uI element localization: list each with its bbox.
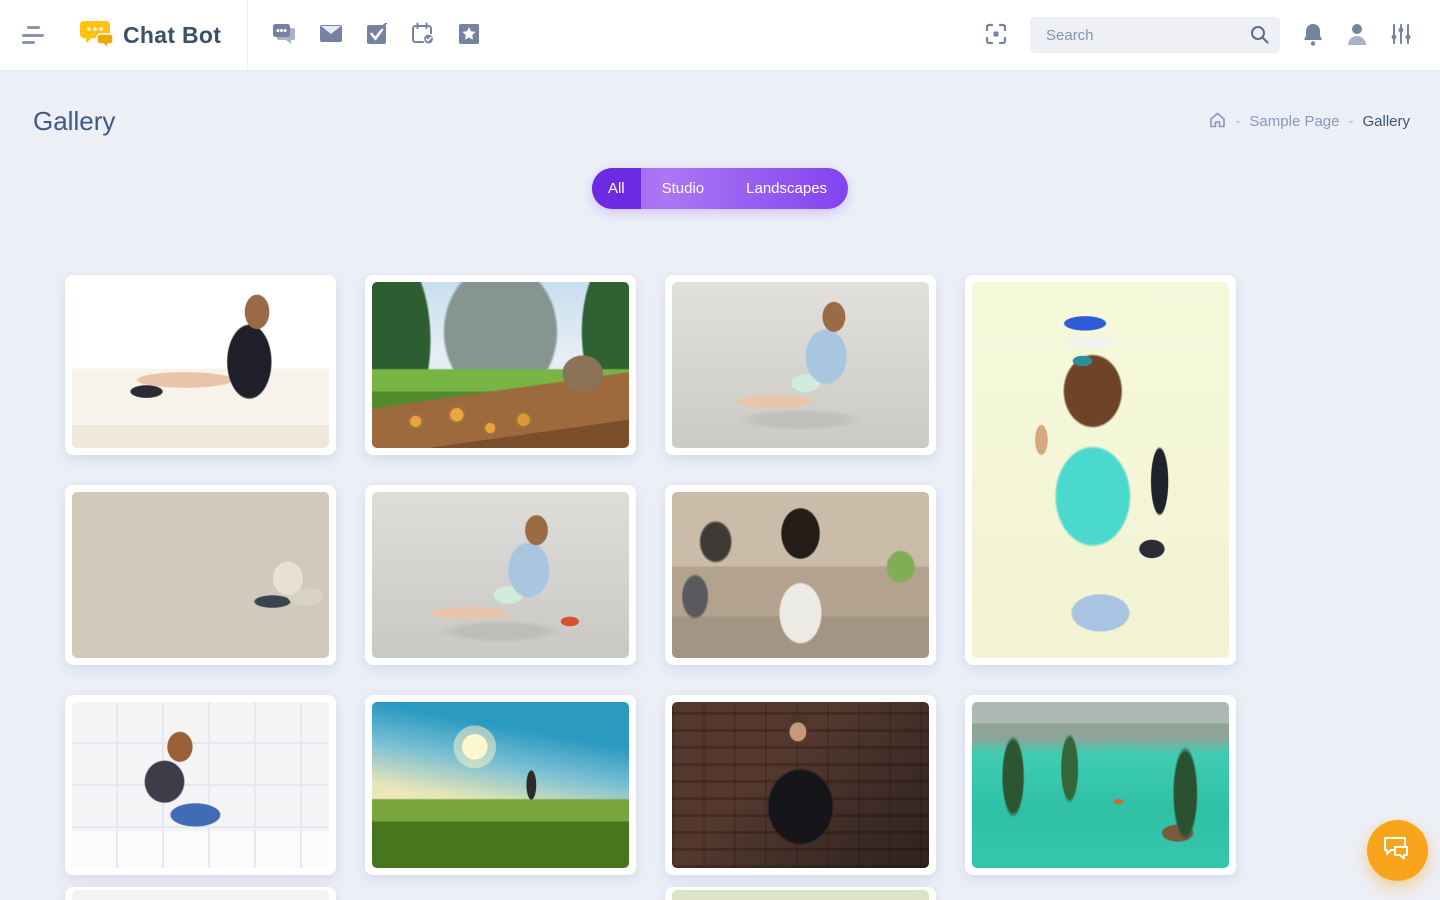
notifications-bell-icon <box>1302 22 1324 49</box>
navbar-quick-icons <box>248 22 480 48</box>
gallery-image <box>972 702 1229 868</box>
gallery-image <box>672 492 929 658</box>
gallery-image <box>372 492 629 658</box>
gallery-card[interactable] <box>65 695 336 875</box>
breadcrumb-separator: - <box>1235 113 1240 130</box>
tasks-check-button[interactable] <box>366 23 388 48</box>
gallery-image <box>72 702 329 868</box>
page-title: Gallery <box>33 106 115 137</box>
gallery-image <box>672 702 929 868</box>
settings-sliders-button[interactable] <box>1390 22 1412 49</box>
chat-messages-button[interactable] <box>272 23 296 48</box>
breadcrumb-parent-link[interactable]: Sample Page <box>1249 113 1339 130</box>
gallery-image <box>72 492 329 658</box>
chat-fab-button[interactable] <box>1367 820 1428 881</box>
filter-button-all[interactable]: All <box>592 168 641 209</box>
page-header: Gallery - Sample Page - Gallery <box>0 70 1440 137</box>
calendar-check-button[interactable] <box>411 22 435 48</box>
breadcrumb: - Sample Page - Gallery <box>1209 112 1410 132</box>
chat-bubble-logo-icon <box>80 18 114 53</box>
gallery-image <box>72 890 329 900</box>
top-navbar: Chat Bot <box>0 0 1440 70</box>
breadcrumb-separator: - <box>1348 113 1353 130</box>
gallery-card[interactable] <box>665 275 936 455</box>
gallery-filter-group: All Studio Landscapes <box>592 168 848 209</box>
chat-fab-icon <box>1382 835 1414 866</box>
mail-icon <box>319 24 343 46</box>
gallery-image <box>372 702 629 868</box>
breadcrumb-current: Gallery <box>1362 113 1410 130</box>
mail-button[interactable] <box>319 24 343 46</box>
chat-messages-icon <box>272 23 296 48</box>
starred-icon <box>458 23 480 48</box>
gallery-card[interactable] <box>965 695 1236 875</box>
fullscreen-button[interactable] <box>984 22 1008 49</box>
navbar-brand-section: Chat Bot <box>0 0 248 70</box>
hamburger-menu-button[interactable] <box>22 26 46 44</box>
gallery-image <box>72 282 329 448</box>
filter-button-landscapes[interactable]: Landscapes <box>725 168 848 209</box>
gallery-card[interactable] <box>665 887 936 900</box>
gallery-grid <box>65 275 1236 900</box>
notifications-button[interactable] <box>1302 22 1324 49</box>
starred-button[interactable] <box>458 23 480 48</box>
gallery-card[interactable] <box>965 275 1236 665</box>
search-input[interactable] <box>1030 17 1280 53</box>
home-icon <box>1209 112 1226 132</box>
search-box <box>1030 17 1280 53</box>
gallery-image <box>972 282 1229 658</box>
user-profile-icon <box>1346 22 1368 49</box>
gallery-card[interactable] <box>365 695 636 875</box>
gallery-card[interactable] <box>65 887 336 900</box>
brand-name: Chat Bot <box>123 22 221 49</box>
gallery-filter-row: All Studio Landscapes <box>0 168 1440 209</box>
gallery-card[interactable] <box>65 485 336 665</box>
fullscreen-expand-icon <box>984 22 1008 49</box>
gallery-card[interactable] <box>365 275 636 455</box>
calendar-check-icon <box>411 22 435 48</box>
settings-sliders-icon <box>1390 22 1412 49</box>
navbar-right-section <box>984 17 1440 53</box>
tasks-check-icon <box>366 23 388 48</box>
hamburger-menu-icon <box>27 26 40 29</box>
gallery-image <box>672 890 929 900</box>
brand-logo[interactable]: Chat Bot <box>80 18 221 53</box>
user-profile-button[interactable] <box>1346 22 1368 49</box>
search-icon[interactable] <box>1249 24 1270 50</box>
breadcrumb-home-link[interactable] <box>1209 112 1226 132</box>
filter-button-studio[interactable]: Studio <box>641 168 726 209</box>
gallery-card[interactable] <box>665 695 936 875</box>
gallery-image <box>672 282 929 448</box>
gallery-card[interactable] <box>65 275 336 455</box>
gallery-card[interactable] <box>365 485 636 665</box>
gallery-image <box>372 282 629 448</box>
gallery-card[interactable] <box>665 485 936 665</box>
